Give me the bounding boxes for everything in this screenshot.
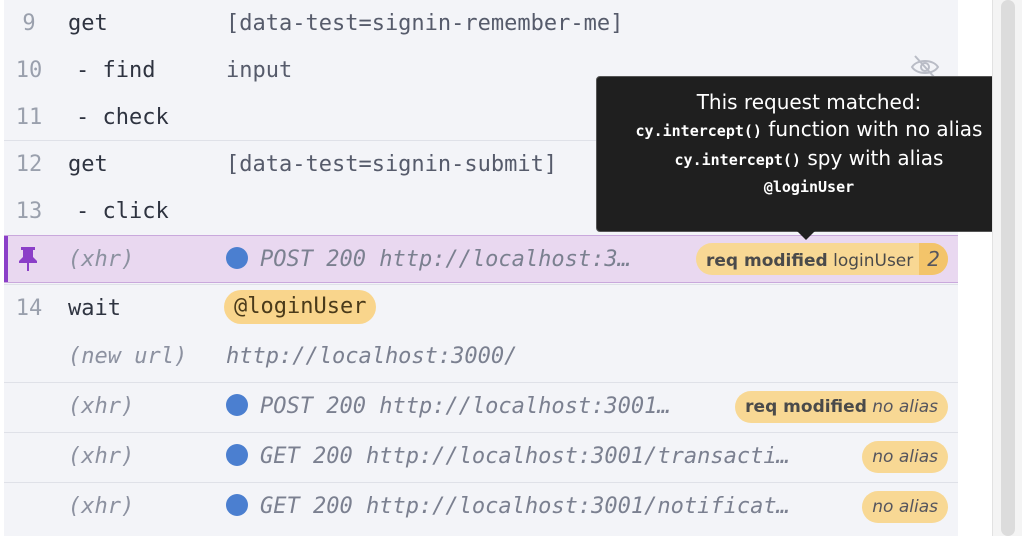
command-number: 11 [15,104,43,130]
xhr-status-dot-icon [226,444,248,466]
xhr-row[interactable]: (xhr) GET 200 http://localhost:3001/noti… [4,482,958,530]
command-message: GET 200 http://localhost:3001/transacti… [226,444,790,469]
alias-pill[interactable]: @loginUser [224,290,377,324]
command-message: GET 200 http://localhost:3001/notificat… [226,494,790,519]
command-name: (xhr) [68,394,135,419]
xhr-status-dot-icon [226,394,248,416]
intercept-badge[interactable]: req modified loginUser 2 [695,243,948,275]
intercept-badge[interactable]: req modified no alias [735,390,948,423]
command-message: POST 200 http://localhost:3… [226,246,631,272]
command-name: - check [76,104,169,130]
xhr-row[interactable]: (xhr) GET 200 http://localhost:3001/tran… [4,432,958,480]
tooltip-line-spy: cy.intercept() spy with alias [674,146,944,170]
xhr-status-dot-icon [226,246,248,269]
xhr-row[interactable]: (xhr) POST 200 http://localhost:3001… re… [4,382,958,430]
request-count: 2 [919,243,948,275]
scrollbar-thumb[interactable] [1001,0,1015,536]
command-name: get [68,10,108,36]
command-name: (xhr) [68,494,135,519]
xhr-status-dot-icon [226,494,248,516]
command-message: [data-test=signin-remember-me] [226,10,624,36]
alias-name: loginUser [833,251,914,271]
scrollbar[interactable] [992,0,1022,536]
command-row[interactable]: 14 wait @loginUser [4,284,958,332]
command-name: (new url) [68,343,188,369]
command-message: input [226,57,293,83]
command-message: [data-test=signin-submit] [226,152,558,177]
command-name: - click [76,198,169,224]
tooltip-alias: @loginUser [763,178,855,196]
command-message: POST 200 http://localhost:3001… [226,394,671,419]
pin-icon [19,247,37,271]
pinned-xhr-row[interactable]: (xhr) POST 200 http://localhost:3… req m… [4,235,958,283]
command-name: (xhr) [68,444,135,469]
command-number: 12 [15,152,43,177]
intercept-badge[interactable]: no alias [862,440,948,473]
command-row[interactable]: 9 get [data-test=signin-remember-me] [4,0,958,46]
tooltip-heading: This request matched: [696,90,922,114]
command-number: 14 [15,296,43,321]
command-name: (xhr) [68,246,135,272]
command-message: http://localhost:3000/ [226,343,518,369]
command-number: 13 [15,198,43,224]
command-number: 10 [15,57,43,83]
command-name: wait [68,296,121,321]
intercept-tooltip: This request matched: cy.intercept() fun… [596,76,1022,240]
event-row[interactable]: (new url) http://localhost:3000/ [4,332,958,380]
tooltip-line-no-alias: cy.intercept() function with no alias [635,117,983,141]
intercept-badge[interactable]: no alias [862,490,948,523]
command-number: 9 [22,10,36,36]
command-name: - find [76,57,156,83]
command-name: get [68,152,108,177]
